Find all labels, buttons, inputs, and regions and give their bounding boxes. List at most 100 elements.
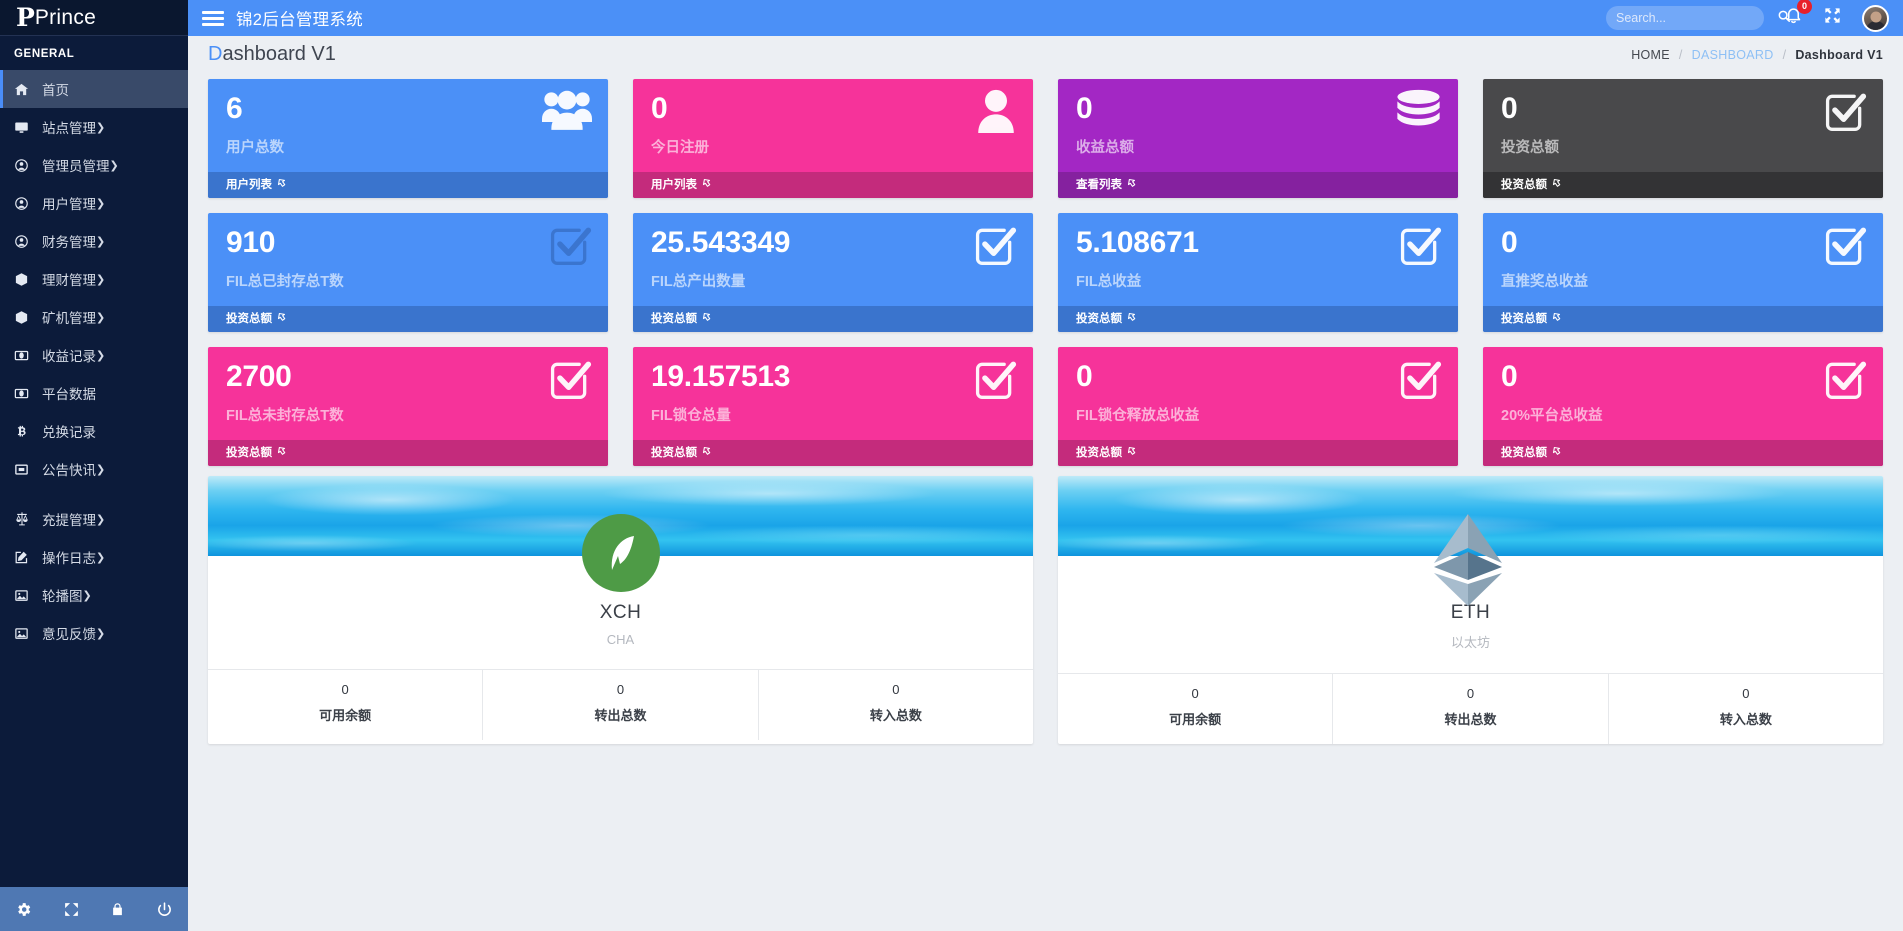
coin-name: CHA xyxy=(606,632,635,647)
stat-card-footer-link[interactable]: 投资总额 xyxy=(1058,440,1458,466)
stat-card-footer-link[interactable]: 投资总额 xyxy=(633,306,1033,332)
stat-card-footer-link[interactable]: 投资总额 xyxy=(1483,172,1883,198)
stat-card-body: 25.543349 FIL总产出数量 xyxy=(633,213,1033,306)
notification-bell[interactable]: 0 xyxy=(1784,0,1812,30)
stat-card-0[interactable]: 6 用户总数 用户列表 xyxy=(208,79,608,198)
coin-stat-value: 0 xyxy=(1191,686,1199,701)
stat-footer-label: 投资总额 xyxy=(226,313,272,325)
stat-card-footer-link[interactable]: 用户列表 xyxy=(633,172,1033,198)
sidebar-item-13[interactable]: 轮播图 ❯ xyxy=(0,576,188,614)
coin-stats-row: 0 可用余额 0 转出总数 0 转入总数 xyxy=(208,669,1033,740)
stat-card-footer-link[interactable]: 用户列表 xyxy=(208,172,608,198)
coin-symbol: XCH xyxy=(599,602,642,623)
stat-card-6[interactable]: 5.108671 FIL总收益 投资总额 xyxy=(1058,213,1458,332)
stat-card-footer-link[interactable]: 投资总额 xyxy=(1483,440,1883,466)
stat-card-body: 2700 FIL总未封存总T数 xyxy=(208,347,608,440)
box-icon xyxy=(14,272,36,287)
search-input[interactable] xyxy=(1616,11,1777,25)
sidebar-item-9[interactable]: 兑换记录 xyxy=(0,412,188,450)
stat-card-footer-link[interactable]: 投资总额 xyxy=(1483,306,1883,332)
cursor-icon xyxy=(1551,311,1562,325)
cursor-icon xyxy=(701,177,712,191)
cursor-icon xyxy=(1551,177,1562,191)
sidebar-item-3[interactable]: 用户管理 ❯ xyxy=(0,184,188,222)
chia-leaf-icon xyxy=(581,514,660,592)
brand-logo-area[interactable]: P Prince xyxy=(0,0,188,36)
avatar[interactable] xyxy=(1862,4,1889,32)
stat-card-2[interactable]: 0 收益总额 查看列表 xyxy=(1058,79,1458,198)
coin-stat-label: 转入总数 xyxy=(869,708,922,723)
image-icon xyxy=(14,588,36,603)
sidebar-item-11[interactable]: 充提管理 ❯ xyxy=(0,500,188,538)
coin-card-eth[interactable]: ETH 以太坊 0 可用余额 0 转出总数 0 转入总数 xyxy=(1058,476,1883,744)
expand-icon[interactable] xyxy=(63,901,80,918)
stat-card-5[interactable]: 25.543349 FIL总产出数量 投资总额 xyxy=(633,213,1033,332)
check-box-icon xyxy=(1398,223,1442,272)
stat-card-9[interactable]: 19.157513 FIL锁仓总量 投资总额 xyxy=(633,347,1033,466)
stat-card-11[interactable]: 0 20%平台总收益 投资总额 xyxy=(1483,347,1883,466)
coin-banner xyxy=(1058,476,1883,606)
fullscreen-icon[interactable] xyxy=(1823,6,1842,30)
sidebar-item-14[interactable]: 意见反馈 ❯ xyxy=(0,614,188,652)
coin-stats-row: 0 可用余额 0 转出总数 0 转入总数 xyxy=(1058,673,1883,744)
page-title-initial: D xyxy=(208,43,223,65)
gear-icon[interactable] xyxy=(15,901,32,918)
monitor-icon xyxy=(14,120,36,135)
window-icon xyxy=(14,462,36,477)
page-title-rest: ashboard V1 xyxy=(222,43,336,65)
coin-stat-label: 可用余额 xyxy=(1169,712,1222,727)
users-icon xyxy=(542,89,592,135)
stat-card-footer-link[interactable]: 投资总额 xyxy=(208,306,608,332)
breadcrumb-dashboard[interactable]: DASHBOARD xyxy=(1692,48,1774,62)
power-icon[interactable] xyxy=(156,901,173,918)
breadcrumb-separator: / xyxy=(1678,47,1683,62)
stat-card-10[interactable]: 0 FIL锁仓释放总收益 投资总额 xyxy=(1058,347,1458,466)
sidebar-item-label: 用户管理 xyxy=(42,197,96,212)
money-icon xyxy=(14,386,36,401)
sidebar-item-12[interactable]: 操作日志 ❯ xyxy=(0,538,188,576)
sidebar-item-label: 财务管理 xyxy=(42,235,96,250)
stat-card-footer-link[interactable]: 投资总额 xyxy=(1058,306,1458,332)
coin-banner xyxy=(208,476,1033,592)
cursor-icon xyxy=(1126,177,1137,191)
sidebar-item-4[interactable]: 财务管理 ❯ xyxy=(0,222,188,260)
stat-footer-label: 投资总额 xyxy=(1501,313,1547,325)
sidebar-item-7[interactable]: 收益记录 ❯ xyxy=(0,336,188,374)
sidebar-item-6[interactable]: 矿机管理 ❯ xyxy=(0,298,188,336)
stat-card-1[interactable]: 0 今日注册 用户列表 xyxy=(633,79,1033,198)
sidebar-item-0[interactable]: 首页 xyxy=(0,70,188,108)
stat-label: 今日注册 xyxy=(651,139,709,156)
stat-label: FIL锁仓总量 xyxy=(651,407,731,424)
stat-card-footer-link[interactable]: 投资总额 xyxy=(633,440,1033,466)
sidebar-item-10[interactable]: 公告快讯 ❯ xyxy=(0,450,188,488)
stat-footer-label: 用户列表 xyxy=(651,179,697,191)
page-header: Dashboard V1 HOME / DASHBOARD / Dashboar… xyxy=(188,36,1903,73)
sidebar-item-1[interactable]: 站点管理 ❯ xyxy=(0,108,188,146)
stat-value: 0 xyxy=(1501,92,1518,125)
sidebar-item-5[interactable]: 理财管理 ❯ xyxy=(0,260,188,298)
coin-stat-value: 0 xyxy=(341,682,349,697)
sidebar-item-2[interactable]: 管理员管理 ❯ xyxy=(0,146,188,184)
hamburger-icon[interactable] xyxy=(202,10,224,26)
stat-card-footer-link[interactable]: 投资总额 xyxy=(208,440,608,466)
sidebar-item-8[interactable]: 平台数据 xyxy=(0,374,188,412)
breadcrumb-home[interactable]: HOME xyxy=(1631,48,1670,62)
stat-card-footer-link[interactable]: 查看列表 xyxy=(1058,172,1458,198)
chevron-right-icon: ❯ xyxy=(96,273,106,286)
stat-card-3[interactable]: 0 投资总额 投资总额 xyxy=(1483,79,1883,198)
coin-stat-2: 0 转入总数 xyxy=(759,670,1033,740)
box-icon xyxy=(14,310,36,325)
stat-card-4[interactable]: 910 FIL总已封存总T数 投资总额 xyxy=(208,213,608,332)
chevron-right-icon: ❯ xyxy=(96,235,106,248)
stat-card-8[interactable]: 2700 FIL总未封存总T数 投资总额 xyxy=(208,347,608,466)
stat-value: 5.108671 xyxy=(1076,226,1199,259)
stat-value: 2700 xyxy=(226,360,292,393)
coin-stat-1: 0 转出总数 xyxy=(1333,674,1609,744)
coin-card-xch[interactable]: XCH CHA 0 可用余额 0 转出总数 0 转入总数 xyxy=(208,476,1033,744)
stat-card-7[interactable]: 0 直推奖总收益 投资总额 xyxy=(1483,213,1883,332)
stat-value: 0 xyxy=(1076,92,1093,125)
check-box-icon xyxy=(1823,223,1867,272)
sidebar-item-label: 管理员管理 xyxy=(42,159,110,174)
search-box[interactable] xyxy=(1606,6,1791,30)
lock-icon[interactable] xyxy=(110,901,125,918)
